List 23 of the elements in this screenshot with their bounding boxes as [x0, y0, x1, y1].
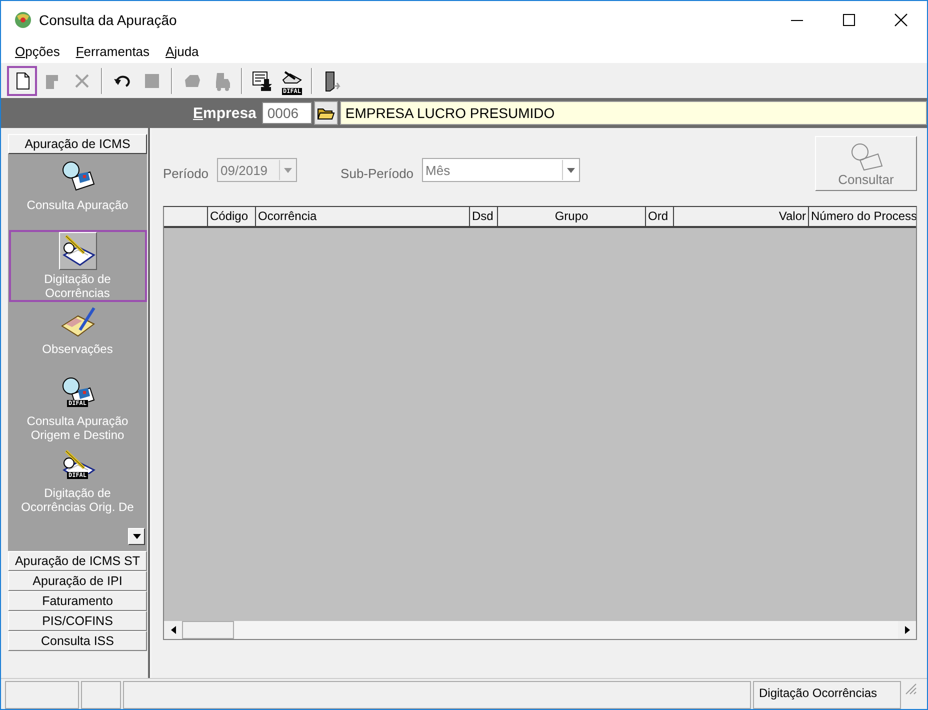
column-header[interactable]: Código — [208, 207, 256, 226]
column-header[interactable]: Ord — [646, 207, 674, 226]
company-code-field[interactable]: 0006 — [262, 102, 312, 124]
company-label: Empresa — [193, 104, 256, 122]
section-tab[interactable]: Faturamento — [8, 591, 147, 611]
column-header[interactable]: Ocorrência — [256, 207, 470, 226]
section-tab[interactable]: Apuração de IPI — [8, 571, 147, 591]
menu-item[interactable]: Ajuda — [158, 44, 207, 58]
column-header[interactable]: Grupo — [498, 207, 646, 226]
dropdown-field[interactable]: Mês — [422, 158, 580, 182]
section-tab[interactable]: Consulta ISS — [8, 631, 147, 651]
status-message: Digitação Ocorrências — [753, 681, 901, 709]
company-name-field[interactable]: EMPRESA LUCRO PRESUMIDO — [340, 101, 927, 125]
column-header[interactable]: Dsd — [470, 207, 498, 226]
section-tab[interactable]: Apuração de ICMS — [8, 134, 147, 154]
section-tab[interactable]: Apuração de ICMS ST — [8, 551, 147, 571]
field-label: Sub-Período — [340, 166, 414, 181]
section-tab[interactable]: PIS/COFINS — [8, 611, 147, 631]
menu-item[interactable]: Ferramentas — [68, 44, 158, 58]
window-title: Consulta da Apuração — [39, 12, 178, 28]
field-label: Período — [163, 166, 209, 181]
menu-item[interactable]: Opções — [7, 44, 68, 58]
column-header[interactable]: Valor — [674, 207, 809, 226]
